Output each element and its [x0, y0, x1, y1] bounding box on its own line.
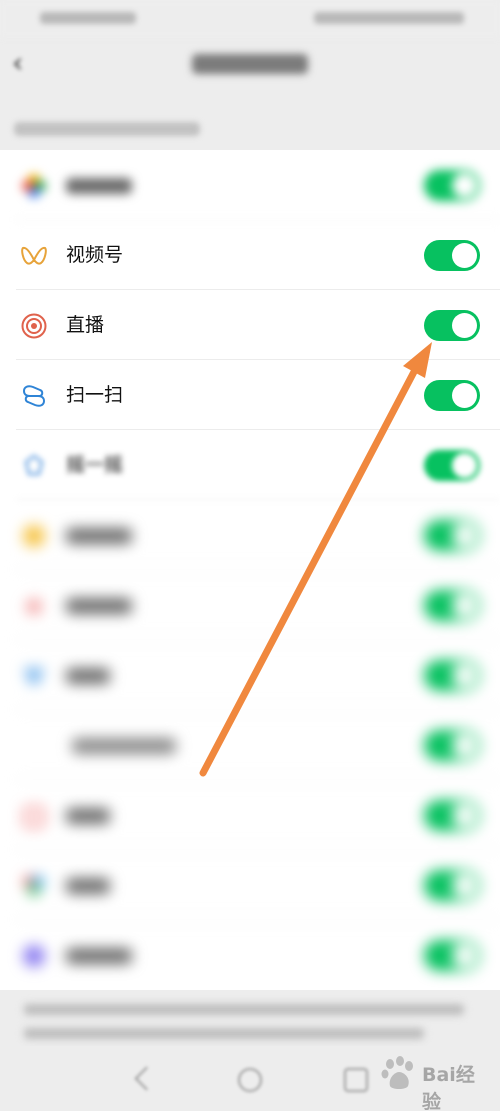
- toggle-knob: [452, 803, 477, 828]
- footer-note: [24, 1000, 476, 1046]
- section-hint: [14, 122, 200, 136]
- games-icon: [24, 876, 44, 896]
- live-icon: [21, 313, 47, 339]
- toggle-knob: [452, 943, 477, 968]
- list-item-top-stories[interactable]: [0, 500, 500, 570]
- nearby-toggle[interactable]: [424, 660, 480, 691]
- list-item-label: [66, 598, 132, 614]
- list-item-scan[interactable]: 扫一扫: [0, 360, 500, 430]
- list-item-mini-programs[interactable]: [0, 920, 500, 990]
- status-bar-left: [40, 12, 136, 24]
- back-icon[interactable]: ‹: [12, 48, 42, 78]
- list-item-label: [66, 808, 110, 824]
- list-item-label: 扫一扫: [66, 384, 124, 406]
- toggle-knob: [452, 523, 477, 548]
- system-back-icon[interactable]: [132, 1068, 156, 1092]
- mini-programs-icon: [23, 945, 45, 967]
- status-bar-right: [314, 12, 464, 24]
- system-recents-icon[interactable]: [344, 1068, 368, 1092]
- search-toggle[interactable]: [424, 590, 480, 621]
- channels-icon: [21, 246, 47, 265]
- list-item-label: [66, 668, 110, 684]
- games-toggle[interactable]: [424, 870, 480, 901]
- people-nearby-toggle[interactable]: [424, 730, 480, 761]
- list-item-label: [66, 878, 110, 894]
- list-item-label: [66, 528, 132, 544]
- page-title: [192, 54, 308, 74]
- list-item-label: [66, 948, 132, 964]
- list-item-live[interactable]: 直播: [0, 290, 500, 360]
- toggle-knob: [452, 313, 477, 338]
- nearby-icon: [24, 668, 44, 684]
- list-item-moments[interactable]: [0, 150, 500, 220]
- system-home-icon[interactable]: [238, 1068, 262, 1092]
- toggle-knob: [452, 663, 477, 688]
- discover-settings-list: 视频号 直播 扫一扫 摇一摇: [0, 150, 500, 990]
- list-item-label: 直播: [66, 314, 105, 336]
- list-item-people-nearby[interactable]: [0, 710, 500, 780]
- status-bar: [0, 0, 500, 38]
- list-item-shopping[interactable]: [0, 780, 500, 850]
- list-item-label: [72, 738, 176, 754]
- paw-logo-icon: [381, 1056, 413, 1089]
- list-item-label: [66, 178, 132, 194]
- channels-toggle[interactable]: [424, 240, 480, 271]
- navigation-bar: ‹: [0, 38, 500, 102]
- top-stories-toggle[interactable]: [424, 520, 480, 551]
- toggle-knob: [452, 593, 477, 618]
- list-item-label: 视频号: [66, 244, 124, 266]
- list-item-games[interactable]: [0, 850, 500, 920]
- footer-note-line: [24, 1028, 424, 1039]
- toggle-knob: [452, 453, 477, 478]
- baidu-jingyan-watermark: Bai经验: [380, 1056, 490, 1111]
- shake-icon: [24, 454, 44, 475]
- moments-toggle[interactable]: [424, 170, 480, 201]
- list-item-label: 摇一摇: [66, 454, 124, 476]
- footer-note-line: [24, 1004, 464, 1015]
- toggle-knob: [452, 383, 477, 408]
- toggle-knob: [452, 173, 477, 198]
- list-item-nearby[interactable]: [0, 640, 500, 710]
- search-icon: [23, 595, 45, 616]
- list-item-search[interactable]: [0, 570, 500, 640]
- toggle-knob: [452, 873, 477, 898]
- moments-icon: [22, 174, 46, 198]
- live-toggle[interactable]: [424, 310, 480, 341]
- shake-toggle[interactable]: [424, 450, 480, 481]
- scan-icon: [22, 385, 46, 407]
- top-stories-icon: [23, 525, 45, 547]
- mini-programs-toggle[interactable]: [424, 940, 480, 971]
- shopping-icon: [23, 806, 45, 828]
- shopping-toggle[interactable]: [424, 800, 480, 831]
- scan-toggle[interactable]: [424, 380, 480, 411]
- toggle-knob: [452, 243, 477, 268]
- toggle-knob: [452, 733, 477, 758]
- list-item-shake[interactable]: 摇一摇: [0, 430, 500, 500]
- watermark-text: Bai经验: [422, 1064, 475, 1111]
- list-item-channels[interactable]: 视频号: [0, 220, 500, 290]
